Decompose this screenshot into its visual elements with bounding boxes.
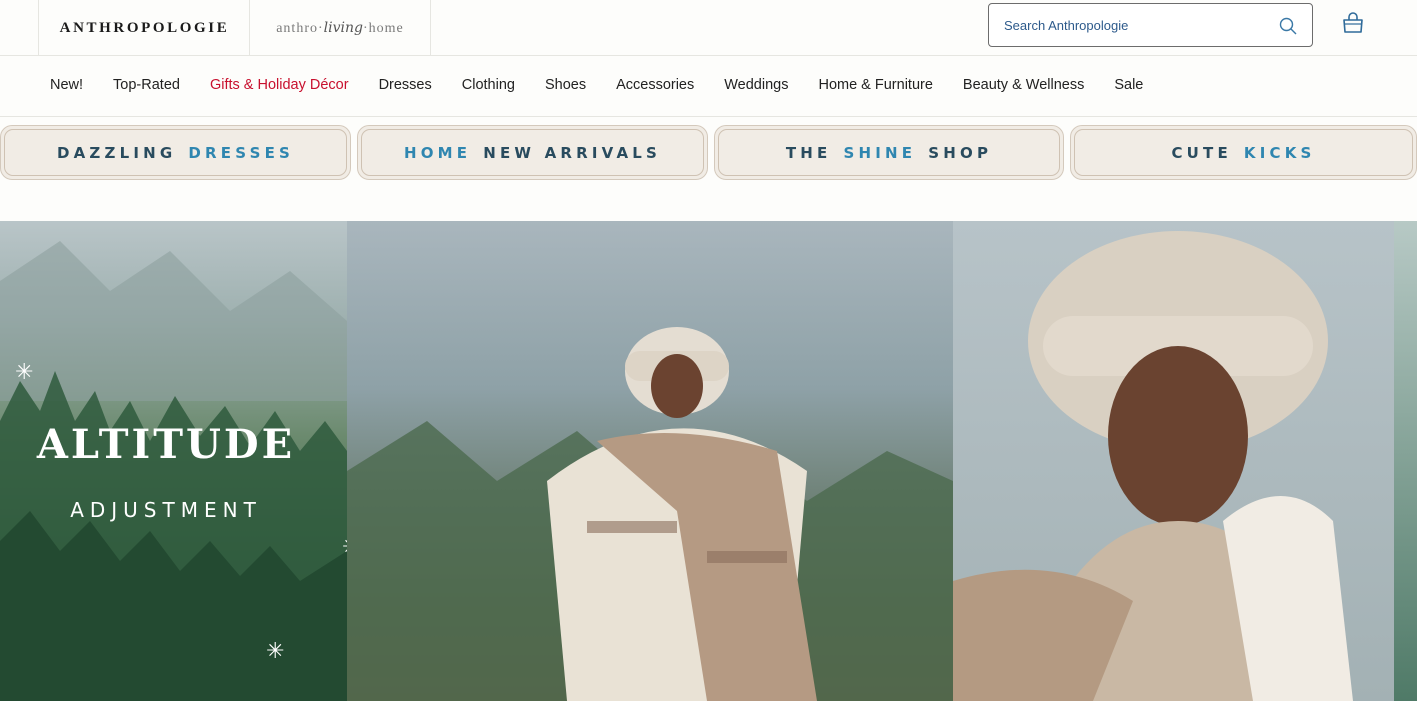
promo-text-accent: DRESSES <box>188 143 295 162</box>
hero-model-photo-scarf <box>347 221 953 701</box>
nav-item-weddings[interactable]: Weddings <box>724 77 788 93</box>
promo-text: DAZZLING <box>56 143 177 162</box>
promo-text: NEW ARRIVALS <box>483 143 662 162</box>
nav-item-accessories[interactable]: Accessories <box>616 77 694 93</box>
hero-model-photo-closeup <box>953 221 1394 701</box>
nav-item-new[interactable]: New! <box>50 77 83 93</box>
brand-logo-link[interactable]: ANTHROPOLOGIE <box>38 0 250 56</box>
nav-item-dresses[interactable]: Dresses <box>379 77 432 93</box>
nav-item-beauty-wellness[interactable]: Beauty & Wellness <box>963 77 1084 93</box>
hero-mountain-photo: ALTITUDE ADJUSTMENT ✳ ✳ ✳ <box>0 221 347 701</box>
promo-home-new-arrivals[interactable]: HOME NEW ARRIVALS <box>357 125 708 180</box>
nav-item-top-rated[interactable]: Top-Rated <box>113 77 180 93</box>
sub-brand-part: home <box>368 20 404 36</box>
sub-brand-script: living <box>323 19 363 36</box>
top-header: ANTHROPOLOGIE anthro·living·home <box>0 0 1417 56</box>
promo-text-accent: SHINE <box>843 143 917 162</box>
search-input[interactable] <box>1004 17 1264 33</box>
promo-banner-row: DAZZLING DRESSES HOME NEW ARRIVALS THE S… <box>0 125 1417 181</box>
promo-text: THE <box>785 143 832 162</box>
promo-text-accent: KICKS <box>1243 143 1316 162</box>
nav-item-clothing[interactable]: Clothing <box>462 77 515 93</box>
promo-cute-kicks[interactable]: CUTE KICKS <box>1070 125 1417 180</box>
model-closeup-illustration <box>953 231 1353 701</box>
hero-title: ALTITUDE <box>36 421 296 468</box>
promo-the-shine-shop[interactable]: THE SHINE SHOP <box>714 125 1064 180</box>
hero-banner[interactable]: ALTITUDE ADJUSTMENT ✳ ✳ ✳ <box>0 221 1417 701</box>
hero-next-panel-edge <box>1394 221 1417 701</box>
nav-item-home-furniture[interactable]: Home & Furniture <box>818 77 932 93</box>
sub-brand-link[interactable]: anthro·living·home <box>249 0 431 56</box>
promo-text: SHOP <box>928 143 993 162</box>
hero-subtitle: ADJUSTMENT <box>70 498 262 522</box>
main-navigation: New! Top-Rated Gifts & Holiday Décor Dre… <box>0 56 1417 117</box>
search-icon[interactable] <box>1278 16 1298 36</box>
brand-logo: ANTHROPOLOGIE <box>59 19 230 36</box>
sparkle-icon: ✳ <box>266 638 285 663</box>
sub-brand-logo: anthro·living·home <box>276 19 404 36</box>
nav-item-gifts[interactable]: Gifts & Holiday Décor <box>210 77 349 93</box>
promo-text: CUTE <box>1171 143 1232 162</box>
promo-dazzling-dresses[interactable]: DAZZLING DRESSES <box>0 125 351 180</box>
sub-brand-part: anthro <box>276 20 318 36</box>
shopping-bag-icon[interactable] <box>1340 10 1366 36</box>
search-box <box>988 3 1313 47</box>
hero-headline: ALTITUDE ADJUSTMENT <box>0 421 332 522</box>
nav-item-shoes[interactable]: Shoes <box>545 77 586 93</box>
sparkle-icon: ✳ <box>15 359 34 384</box>
nav-item-sale[interactable]: Sale <box>1114 77 1143 93</box>
model-illustration <box>347 327 953 701</box>
promo-text-accent: HOME <box>403 143 472 162</box>
